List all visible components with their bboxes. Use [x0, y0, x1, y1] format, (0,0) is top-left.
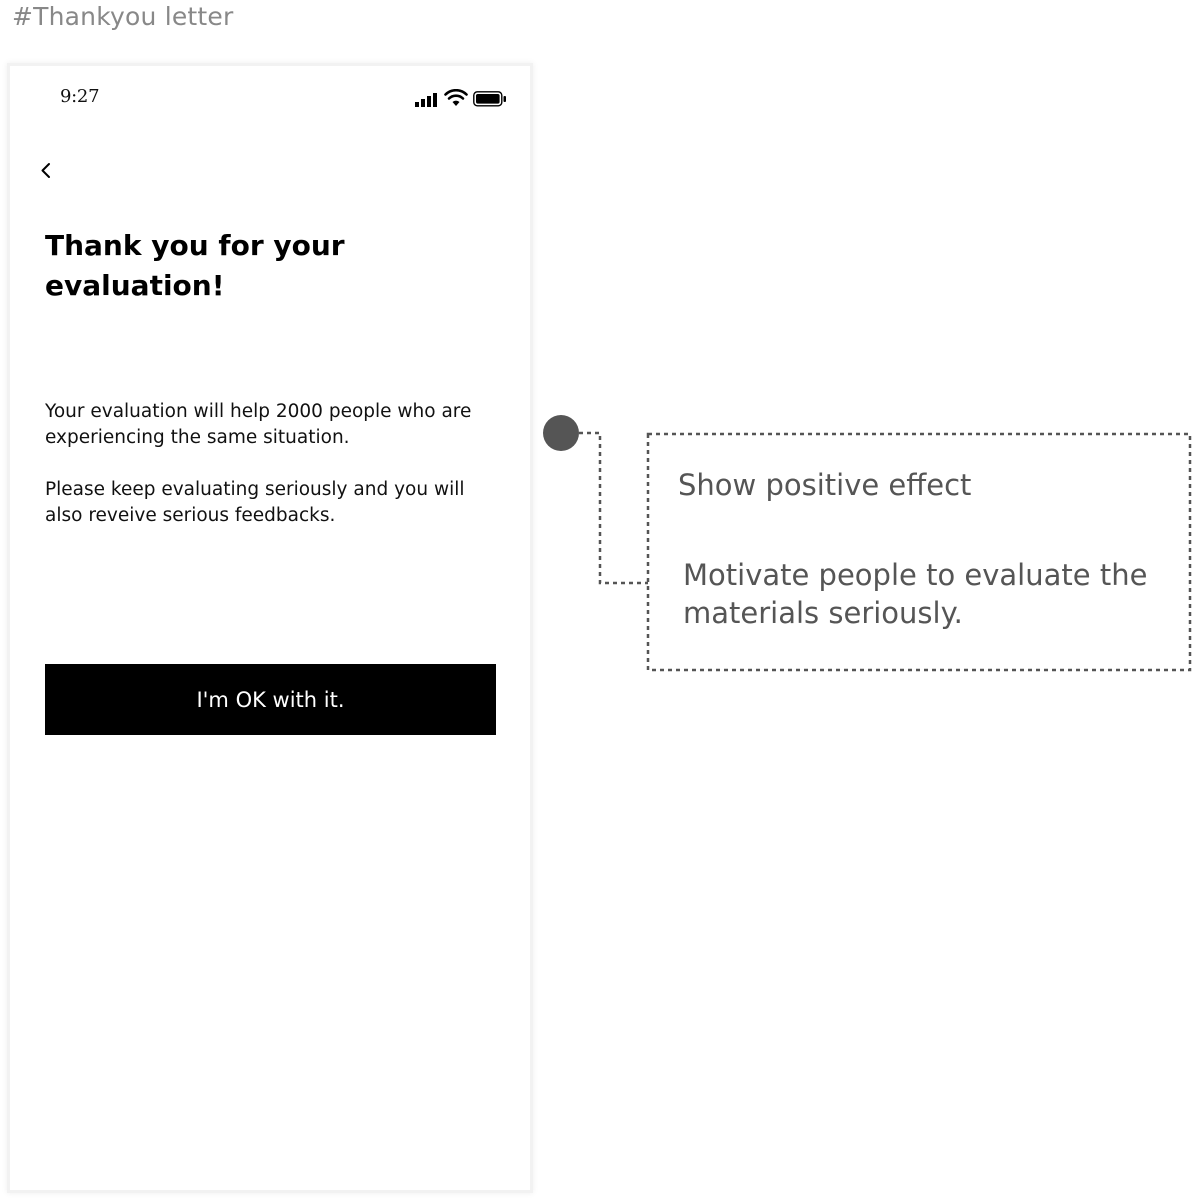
frame-label: #Thankyou letter — [12, 2, 234, 31]
encouragement-message: Please keep evaluating seriously and you… — [45, 479, 465, 526]
ok-button[interactable]: I'm OK with it. — [45, 664, 496, 735]
status-time: 9:27 — [60, 86, 100, 107]
page-title: Thank you for your evaluation! — [45, 229, 345, 302]
status-bar: 9:27 — [10, 66, 530, 126]
annotation-title: Show positive effect — [678, 468, 972, 502]
battery-icon — [473, 91, 506, 107]
impact-message: Your evaluation will help 2000 people wh… — [45, 401, 472, 448]
annotation-marker-dot — [543, 415, 579, 451]
annotation-body: Motivate people to evaluate the material… — [683, 558, 1148, 630]
wifi-icon — [444, 89, 468, 106]
status-icons — [415, 89, 510, 110]
signal-icon — [415, 93, 437, 107]
annotation-leader-line — [579, 431, 648, 585]
phone-screen: 9:27 Thank you for your evaluation! Your… — [10, 66, 530, 1190]
back-button[interactable] — [34, 158, 60, 184]
chevron-left-icon — [41, 163, 50, 178]
